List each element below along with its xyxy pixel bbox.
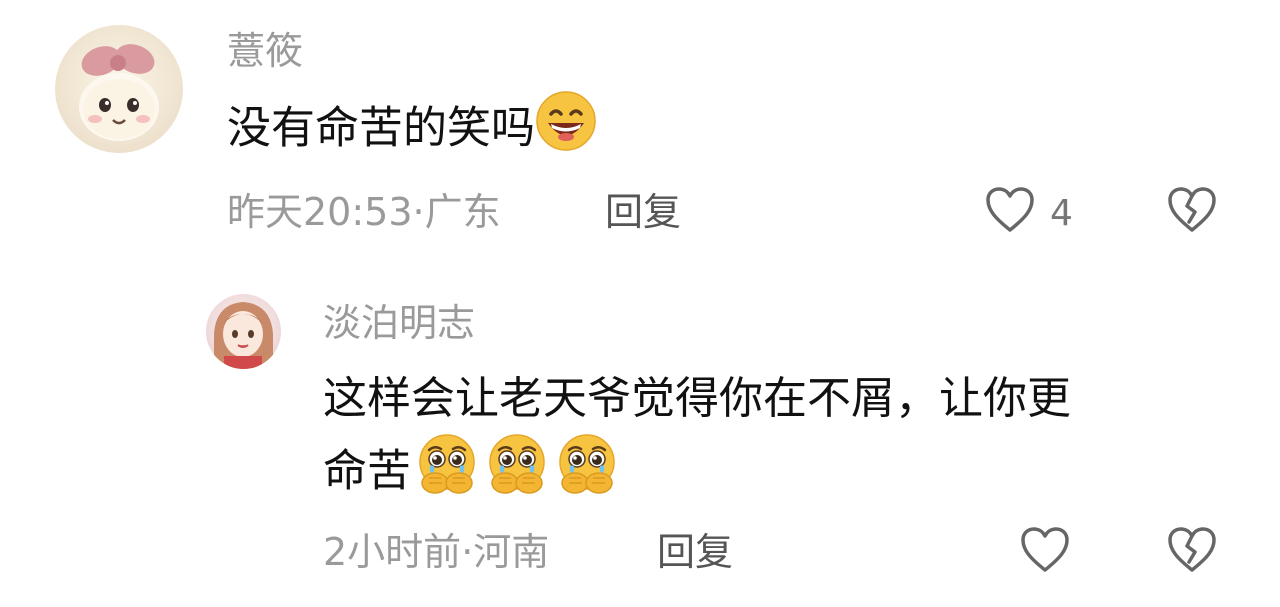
dislike-button[interactable] xyxy=(1167,186,1217,238)
comment-text: 没有命苦的笑吗 xyxy=(227,102,535,154)
meta-separator: · xyxy=(461,530,474,574)
holding-back-tears-emoji xyxy=(555,432,619,515)
avatar-plush-bunny-image xyxy=(79,44,159,141)
emoji-group xyxy=(411,434,619,497)
meta-separator: · xyxy=(412,190,425,234)
broken-heart-icon xyxy=(1168,527,1216,572)
holding-back-tears-emoji xyxy=(415,432,479,515)
reply-location: 河南 xyxy=(473,530,550,574)
dislike-button[interactable] xyxy=(1167,526,1217,578)
comment-location: 广东 xyxy=(424,190,501,234)
comment-meta: 昨天20:53·广东 xyxy=(227,193,501,231)
reply-time: 2小时前 xyxy=(323,530,462,574)
reply-text-line2: 命苦 xyxy=(323,445,411,497)
like-button[interactable] xyxy=(1020,526,1070,578)
grinning-face-emoji xyxy=(535,90,597,171)
holding-back-tears-emoji xyxy=(485,432,549,515)
heart-outline-icon xyxy=(1021,527,1069,572)
broken-heart-icon xyxy=(1168,187,1216,232)
reply-button[interactable]: 回复 xyxy=(605,193,681,231)
reply-body-line2: 命苦 xyxy=(323,432,619,515)
like-button[interactable] xyxy=(985,186,1035,238)
like-count: 4 xyxy=(1050,193,1073,234)
reply-username[interactable]: 淡泊明志 xyxy=(323,304,475,342)
heart-outline-icon xyxy=(986,187,1034,232)
reply-avatar[interactable] xyxy=(206,294,281,369)
comment-time: 昨天20:53 xyxy=(227,190,413,234)
avatar-anime-girl-image xyxy=(214,302,273,369)
reply-text-line1: 这样会让老天爷觉得你在不屑，让你更 xyxy=(323,373,1071,424)
comment-body: 没有命苦的笑吗 xyxy=(227,90,597,171)
reply-button[interactable]: 回复 xyxy=(657,533,733,571)
avatar[interactable] xyxy=(55,25,183,153)
comment-username[interactable]: 薏筱 xyxy=(227,32,303,70)
reply-meta: 2小时前·河南 xyxy=(323,533,549,571)
